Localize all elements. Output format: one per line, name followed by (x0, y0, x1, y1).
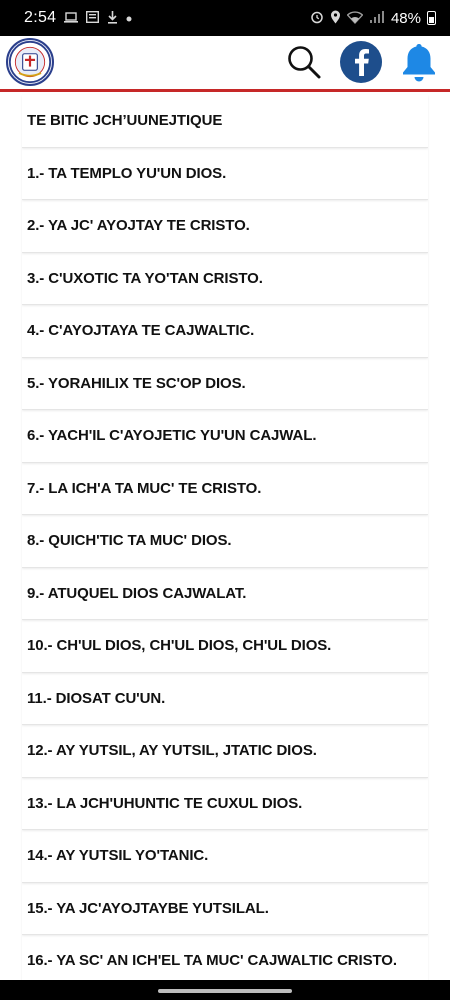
list-heading: TE BITIC JCH’UUNEJTIQUE (22, 95, 428, 148)
location-icon (330, 10, 341, 26)
search-button[interactable] (284, 40, 324, 84)
signal-icon (369, 10, 385, 26)
list-item[interactable]: 12.- AY YUTSIL, AY YUTSIL, JTATIC DIOS. (22, 725, 428, 778)
app-header (0, 36, 450, 92)
list-item[interactable]: 9.- ATUQUEL DIOS CAJWALAT. (22, 568, 428, 620)
search-icon (288, 46, 321, 79)
church-logo[interactable] (6, 38, 54, 86)
notifications-button[interactable] (398, 40, 440, 84)
list-item[interactable]: 1.- TA TEMPLO YU'UN DIOS. (22, 148, 428, 200)
list-item[interactable]: 3.- C'UXOTIC TA YO'TAN CRISTO. (22, 253, 428, 305)
download-icon (107, 10, 118, 26)
facebook-icon (355, 49, 369, 76)
list-item[interactable]: 2.- YA JC' AYOJTAY TE CRISTO. (22, 200, 428, 253)
alarm-icon (310, 10, 324, 26)
status-right: 48% (310, 10, 436, 27)
list-item[interactable]: 5.- YORAHILIX TE SC'OP DIOS. (22, 358, 428, 410)
battery-percent: 48% (390, 9, 421, 27)
list-item[interactable]: 11.- DIOSAT CU'UN. (22, 673, 428, 725)
list-item[interactable]: 4.- C'AYOJTAYA TE CAJWALTIC. (22, 305, 428, 358)
status-bar: 2:54 48% (0, 0, 450, 36)
bell-icon (403, 44, 435, 82)
news-icon (86, 10, 100, 25)
list-item[interactable]: 8.- QUICH'TIC TA MUC' DIOS. (22, 515, 428, 568)
list-item[interactable]: 14.- AY YUTSIL YO'TANIC. (22, 830, 428, 883)
notification-dot-icon (126, 12, 132, 24)
status-time: 2:54 (24, 9, 57, 26)
facebook-button[interactable] (340, 41, 382, 83)
battery-icon (427, 11, 436, 25)
header-actions (284, 40, 440, 84)
wifi-icon (346, 10, 364, 26)
list-item[interactable]: 13.- LA JCH'UHUNTIC TE CUXUL DIOS. (22, 778, 428, 830)
list-item[interactable]: 7.- LA ICH'A TA MUC' TE CRISTO. (22, 463, 428, 515)
hymn-list: TE BITIC JCH’UUNEJTIQUE 1.- TA TEMPLO YU… (22, 95, 428, 988)
list-item[interactable]: 15.- YA JC'AYOJTAYBE YUTSILAL. (22, 883, 428, 935)
home-gesture-handle[interactable] (158, 989, 292, 993)
list-item[interactable]: 6.- YACH'IL C'AYOJETIC YU'UN CAJWAL. (22, 410, 428, 463)
system-nav-bar (0, 980, 450, 1000)
list-item[interactable]: 10.- CH'UL DIOS, CH'UL DIOS, CH'UL DIOS. (22, 620, 428, 673)
laptop-icon (64, 11, 79, 25)
status-left: 2:54 (24, 9, 132, 27)
